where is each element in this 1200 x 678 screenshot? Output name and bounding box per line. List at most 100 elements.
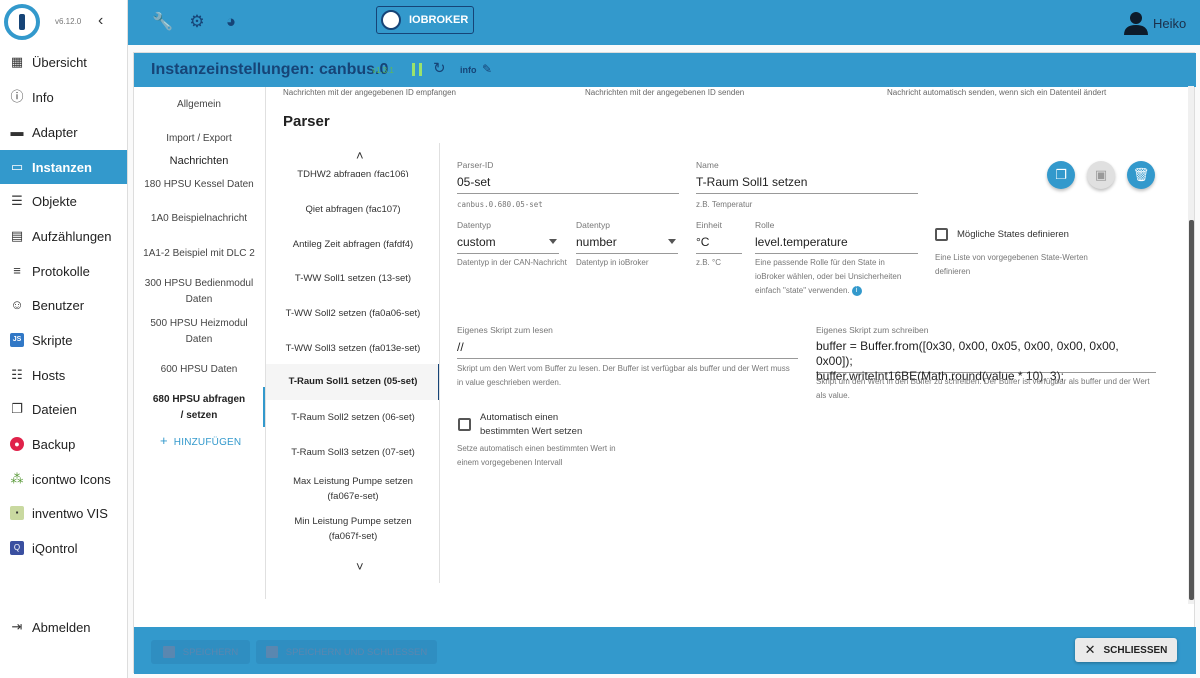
list-item[interactable]: Max Leistung Pumpe setzen (fa067e-set)	[266, 474, 440, 504]
plus-icon: +	[160, 433, 168, 448]
parser-id-input[interactable]: 05-set	[457, 174, 679, 194]
expert-mode-icon[interactable]: ◕	[221, 12, 241, 32]
copy-icon: ❐	[1055, 167, 1067, 182]
list-item[interactable]: Qiet abfragen (fac107)	[266, 202, 440, 217]
tab-message[interactable]: 600 HPSU Daten	[134, 362, 264, 378]
tab-message[interactable]: 1A1-2 Beispiel mit DLC 2	[134, 246, 264, 262]
auto-set-checkbox[interactable]	[458, 418, 471, 431]
iobroker-button[interactable]: IOBROKER	[376, 6, 474, 34]
sidebar-item-info[interactable]: ⓘ Info	[0, 80, 127, 114]
gear-icon[interactable]: ⚙	[187, 12, 207, 32]
write-script-label: Eigenes Skript zum schreiben	[816, 325, 929, 335]
list-item[interactable]: T-WW Soll3 setzen (fa013e-set)	[266, 341, 440, 356]
name-input[interactable]: T-Raum Soll1 setzen	[696, 174, 918, 194]
info-icon[interactable]: i	[851, 285, 862, 296]
sidebar-item-abmelden[interactable]: ⇥ Abmelden	[0, 610, 127, 644]
save-label: SPEICHERN	[182, 646, 239, 658]
sidebar-item-iqontrol[interactable]: QiQontrol	[0, 531, 127, 565]
datentyp2-value: number	[576, 235, 617, 249]
save-button[interactable]: SPEICHERN	[151, 640, 250, 664]
edit-icon[interactable]: ✎	[482, 62, 492, 76]
datentyp2-select[interactable]: number	[576, 234, 678, 254]
chevron-down-icon[interactable]: ˅	[356, 559, 364, 574]
sidebar-item-instanzen[interactable]: ▭ Instanzen	[0, 150, 127, 184]
user-avatar-icon[interactable]	[1123, 10, 1149, 36]
states-label: Mögliche States definieren	[957, 229, 1069, 240]
list-item[interactable]: T-WW Soll2 setzen (fa0a06-set)	[266, 306, 440, 321]
rolle-label: Rolle	[755, 220, 775, 230]
sidebar-item-label: Aufzählungen	[32, 228, 112, 244]
sidebar-item-protokolle[interactable]: ≡ Protokolle	[0, 254, 127, 288]
sidebar-item-objekte[interactable]: ☰ Objekte	[0, 184, 127, 218]
instances-icon: ▭	[10, 159, 24, 174]
sidebar-item-skripte[interactable]: JS Skripte	[0, 323, 127, 357]
tab-message[interactable]: 180 HPSU Kessel Daten	[134, 177, 264, 193]
close-button[interactable]: ✕ SCHLIESSEN	[1075, 638, 1177, 662]
sidebar-item-benutzer[interactable]: ☺ Benutzer	[0, 288, 127, 322]
instance-settings-dialog: Instanzeinstellungen: canbus.0 v1.3.1 ↻ …	[133, 52, 1196, 674]
read-script-help: Skript um den Wert vom Buffer zu lesen. …	[457, 364, 790, 387]
user-icon: ☺	[10, 297, 24, 312]
auto-set-help: Setze automatisch einen bestimmten Wert …	[457, 444, 616, 467]
datentyp-select[interactable]: custom	[457, 234, 559, 254]
info-icon: ⓘ	[10, 89, 24, 104]
sidebar-item-label: Instanzen	[32, 159, 92, 175]
states-help: Eine Liste von vorgegebenen State-Werten…	[935, 253, 1088, 276]
sidebar-item-uebersicht[interactable]: ▦ Übersicht	[0, 45, 127, 79]
write-script-help: Skript um den Wert in den Buffer zu schr…	[816, 377, 1150, 400]
einheit-label: Einheit	[696, 220, 722, 230]
sidebar-item-hosts[interactable]: ☷ Hosts	[0, 358, 127, 392]
list-item[interactable]: T-Raum Soll3 setzen (07-set)	[266, 445, 440, 460]
sidebar-item-label: icontwo Icons	[32, 471, 111, 487]
sidebar-item-label: Benutzer	[32, 297, 85, 313]
list-item[interactable]: T-Raum Soll2 setzen (06-set)	[266, 410, 440, 425]
tab-allgemein[interactable]: Allgemein	[134, 97, 264, 113]
sidebar-item-aufzaehlungen[interactable]: ▤ Aufzählungen	[0, 219, 127, 253]
list-item-selected[interactable]: T-Raum Soll1 setzen (05-set)	[266, 364, 440, 400]
sidebar-item-label: Backup	[32, 436, 76, 452]
write-script-input[interactable]: buffer = Buffer.from([0x30, 0x00, 0x05, …	[816, 339, 1156, 383]
read-script-input[interactable]: //	[457, 339, 798, 359]
tab-message-selected[interactable]: 680 HPSU abfragen / setzen	[134, 392, 264, 424]
save-close-button[interactable]: SPEICHERN UND SCHLIESSEN	[256, 640, 437, 664]
collapse-sidebar-icon[interactable]: ‹	[98, 12, 103, 30]
tab-nachrichten[interactable]: Nachrichten	[134, 153, 264, 169]
list-item[interactable]: T-WW Soll1 setzen (13-set)	[266, 271, 440, 286]
top-bar: 🔧 ⚙ ◕ IOBROKER Heiko	[128, 0, 1200, 45]
sidebar-item-dateien[interactable]: ❐ Dateien	[0, 392, 127, 426]
sidebar-item-backup[interactable]: ● Backup	[0, 427, 127, 461]
reload-icon[interactable]: ↻	[433, 61, 449, 77]
add-message-button[interactable]: + HINZUFÜGEN	[160, 433, 241, 448]
sidebar-item-inventwo-vis[interactable]: ▪ inventwo VIS	[0, 496, 127, 530]
paste-button[interactable]: ▣	[1087, 161, 1115, 189]
iobroker-label: IOBROKER	[409, 14, 469, 26]
iobroker-logo-icon[interactable]	[4, 4, 40, 40]
info-label[interactable]: info	[460, 65, 477, 75]
einheit-input[interactable]: °C	[696, 234, 742, 254]
tab-message[interactable]: 300 HPSU Bedienmodul Daten	[134, 276, 264, 308]
inventwo-icon: ▪	[10, 506, 24, 520]
list-item[interactable]: Min Leistung Pumpe setzen (fa067f-set)	[266, 514, 440, 544]
sidebar-item-icontwo-icons[interactable]: ⁂ icontwo Icons	[0, 462, 127, 496]
wrench-icon[interactable]: 🔧	[152, 12, 173, 32]
chevron-up-icon[interactable]: ˄	[356, 148, 364, 163]
list-item[interactable]: Antileg Zeit abfragen (fafdf4)	[266, 237, 440, 252]
tab-message[interactable]: 1A0 Beispielnachricht	[134, 211, 264, 227]
list-item[interactable]: TDHW2 abfragen (fac106)	[266, 167, 440, 177]
scrollbar-thumb[interactable]	[1189, 220, 1194, 600]
delete-button[interactable]: 🗑	[1127, 161, 1155, 189]
pause-icon[interactable]	[412, 63, 422, 76]
rolle-input[interactable]: level.temperature	[755, 234, 918, 254]
copy-button[interactable]: ❐	[1047, 161, 1075, 189]
tab-message[interactable]: 500 HPSU Heizmodul Daten	[134, 316, 264, 348]
sidebar-item-label: Dateien	[32, 401, 77, 417]
sidebar-item-adapter[interactable]: ▬ Adapter	[0, 115, 127, 149]
caption-send: Nachrichten mit der angegebenen ID sende…	[585, 88, 745, 97]
auto-set-label: Automatisch einen bestimmten Wert setzen	[480, 412, 583, 437]
dialog-header: Instanzeinstellungen: canbus.0 v1.3.1 ↻ …	[134, 53, 1196, 87]
user-name[interactable]: Heiko	[1153, 16, 1186, 31]
states-checkbox[interactable]	[935, 228, 948, 241]
parser-heading: Parser	[283, 113, 330, 130]
add-message-label: HINZUFÜGEN	[173, 437, 242, 448]
tab-import-export[interactable]: Import / Export	[134, 131, 264, 147]
